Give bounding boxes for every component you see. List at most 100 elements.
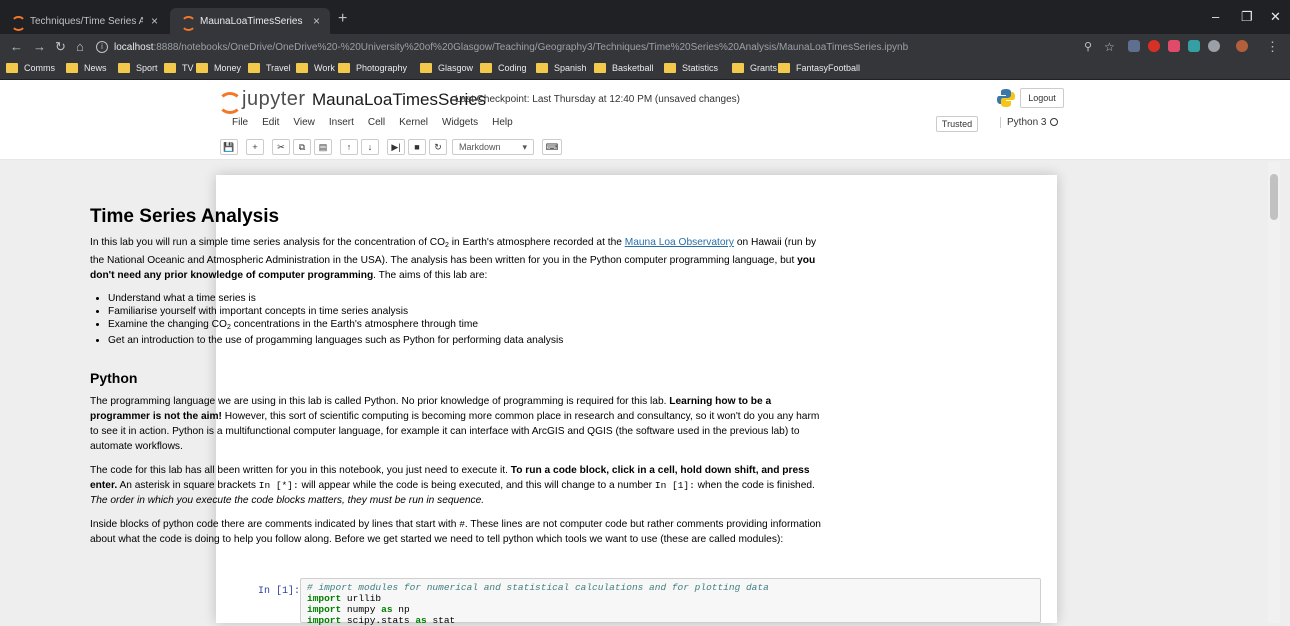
bookmark-folder[interactable]: Work: [296, 63, 335, 73]
folder-icon: [248, 63, 260, 73]
intro-paragraph[interactable]: In this lab you will run a simple time s…: [90, 235, 826, 283]
extension-icon[interactable]: [1208, 40, 1220, 52]
reload-icon[interactable]: ↻: [55, 39, 66, 55]
jupyter-header: jupyter MaunaLoaTimesSeries Last Checkpo…: [0, 80, 1290, 160]
notebook-toolbar: 💾 + ✂ ⧉ ▤ ↑ ↓ ▶| ■ ↻ Markdown ▾ ⌨: [220, 138, 565, 156]
bookmark-folder[interactable]: Glasgow: [420, 63, 473, 73]
bookmark-folder[interactable]: Statistics: [664, 63, 718, 73]
run-icon[interactable]: ▶|: [387, 139, 405, 155]
folder-icon: [296, 63, 308, 73]
stop-icon[interactable]: ■: [408, 139, 426, 155]
chevron-down-icon: ▾: [522, 141, 527, 152]
restore-button[interactable]: ❐: [1241, 9, 1253, 25]
browser-tab-techniques[interactable]: Techniques/Time Series Analysis/ ×: [0, 8, 168, 34]
keyboard-icon[interactable]: ⌨: [542, 139, 562, 155]
code-line: import scipy.stats as stat: [307, 615, 456, 626]
close-window-button[interactable]: ✕: [1270, 9, 1281, 25]
zoom-icon[interactable]: ⚲: [1084, 39, 1092, 55]
tab-close-icon[interactable]: ×: [151, 14, 158, 28]
paste-icon[interactable]: ▤: [314, 139, 332, 155]
save-icon[interactable]: 💾: [220, 139, 238, 155]
run-instructions-paragraph[interactable]: The code for this lab has all been writt…: [90, 463, 826, 508]
bookmark-folder[interactable]: Travel: [248, 63, 291, 73]
bookmark-folder[interactable]: Grants: [732, 63, 777, 73]
menu-insert[interactable]: Insert: [329, 114, 354, 132]
code-line: import numpy as np: [307, 604, 410, 615]
notebook-scrollbar[interactable]: [1268, 162, 1280, 623]
extension-icon[interactable]: [1128, 40, 1140, 52]
tab-title: Techniques/Time Series Analysis/: [30, 15, 143, 27]
bookmark-star-icon[interactable]: ☆: [1104, 39, 1115, 55]
bookmark-folder[interactable]: FantasyFootball: [778, 63, 860, 73]
list-item: Understand what a time series is: [108, 292, 826, 305]
restart-icon[interactable]: ↻: [429, 139, 447, 155]
bookmark-folder[interactable]: Spanish: [536, 63, 587, 73]
bookmark-folder[interactable]: News: [66, 63, 107, 73]
code-cell[interactable]: # import modules for numerical and stati…: [300, 578, 1041, 626]
menu-view[interactable]: View: [293, 114, 315, 132]
jupyter-favicon-icon: [10, 15, 26, 31]
move-down-icon[interactable]: ↓: [361, 139, 379, 155]
browser-tab-maunaloa[interactable]: MaunaLoaTimesSeries ×: [170, 8, 330, 34]
kernel-idle-icon: [1050, 118, 1059, 126]
python-heading-cell[interactable]: Python: [90, 369, 826, 387]
mauna-loa-link[interactable]: Mauna Loa Observatory: [625, 237, 734, 248]
bookmark-folder[interactable]: Sport: [118, 63, 158, 73]
insert-cell-icon[interactable]: +: [246, 139, 264, 155]
notebook-title: Time Series Analysis: [90, 206, 280, 227]
bookmark-folder[interactable]: TV: [164, 63, 194, 73]
profile-avatar[interactable]: [1236, 40, 1248, 52]
copy-icon[interactable]: ⧉: [293, 139, 311, 155]
menu-file[interactable]: File: [232, 114, 248, 132]
kernel-name: Python 3: [1007, 117, 1047, 128]
tab-close-icon[interactable]: ×: [313, 14, 320, 28]
title-cell[interactable]: Time Series Analysis: [90, 206, 826, 228]
folder-icon: [732, 63, 744, 73]
back-icon[interactable]: ←: [10, 39, 23, 55]
home-icon[interactable]: ⌂: [76, 39, 84, 55]
move-up-icon[interactable]: ↑: [340, 139, 358, 155]
folder-icon: [664, 63, 676, 73]
scrollbar-thumb[interactable]: [1270, 174, 1278, 220]
address-bar[interactable]: i localhost :8888/notebooks/OneDrive/One…: [96, 38, 1170, 56]
cut-icon[interactable]: ✂: [272, 139, 290, 155]
folder-icon: [164, 63, 176, 73]
folder-icon: [338, 63, 350, 73]
menu-edit[interactable]: Edit: [262, 114, 279, 132]
menu-help[interactable]: Help: [492, 114, 513, 132]
cell-type-select[interactable]: Markdown ▾: [452, 139, 534, 155]
folder-icon: [594, 63, 606, 73]
bookmark-folder[interactable]: Photography: [338, 63, 407, 73]
list-item: Get an introduction to the use of progam…: [108, 334, 826, 347]
bookmark-folder[interactable]: Money: [196, 63, 241, 73]
minimize-button[interactable]: –: [1212, 9, 1219, 24]
bookmark-folder[interactable]: Coding: [480, 63, 527, 73]
aims-list: Understand what a time series is Familia…: [90, 292, 826, 347]
site-info-icon[interactable]: i: [96, 41, 108, 53]
extension-icon[interactable]: [1148, 40, 1160, 52]
folder-icon: [778, 63, 790, 73]
menu-cell[interactable]: Cell: [368, 114, 385, 132]
checkpoint-status: Last Checkpoint: Last Thursday at 12:40 …: [455, 94, 740, 105]
folder-icon: [118, 63, 130, 73]
new-tab-button[interactable]: +: [338, 10, 347, 28]
forward-icon[interactable]: →: [33, 39, 46, 55]
jupyter-logo[interactable]: jupyter: [218, 88, 306, 114]
menu-widgets[interactable]: Widgets: [442, 114, 478, 132]
folder-icon: [420, 63, 432, 73]
browser-toolbar: ← → ↻ ⌂ i localhost :8888/notebooks/OneD…: [0, 34, 1290, 60]
python-paragraph[interactable]: The programming language we are using in…: [90, 394, 826, 454]
extension-icon[interactable]: [1188, 40, 1200, 52]
bookmark-folder[interactable]: Comms: [6, 63, 55, 73]
comments-paragraph[interactable]: Inside blocks of python code there are c…: [90, 517, 826, 547]
bookmark-folder[interactable]: Basketball: [594, 63, 654, 73]
python-logo-icon: [997, 89, 1015, 107]
code-line: import urllib: [307, 593, 382, 604]
trusted-badge[interactable]: Trusted: [936, 116, 978, 132]
extension-icon[interactable]: [1168, 40, 1180, 52]
folder-icon: [66, 63, 78, 73]
folder-icon: [536, 63, 548, 73]
browser-menu-icon[interactable]: ⋮: [1266, 39, 1279, 55]
menu-kernel[interactable]: Kernel: [399, 114, 428, 132]
logout-button[interactable]: Logout: [1020, 88, 1064, 108]
